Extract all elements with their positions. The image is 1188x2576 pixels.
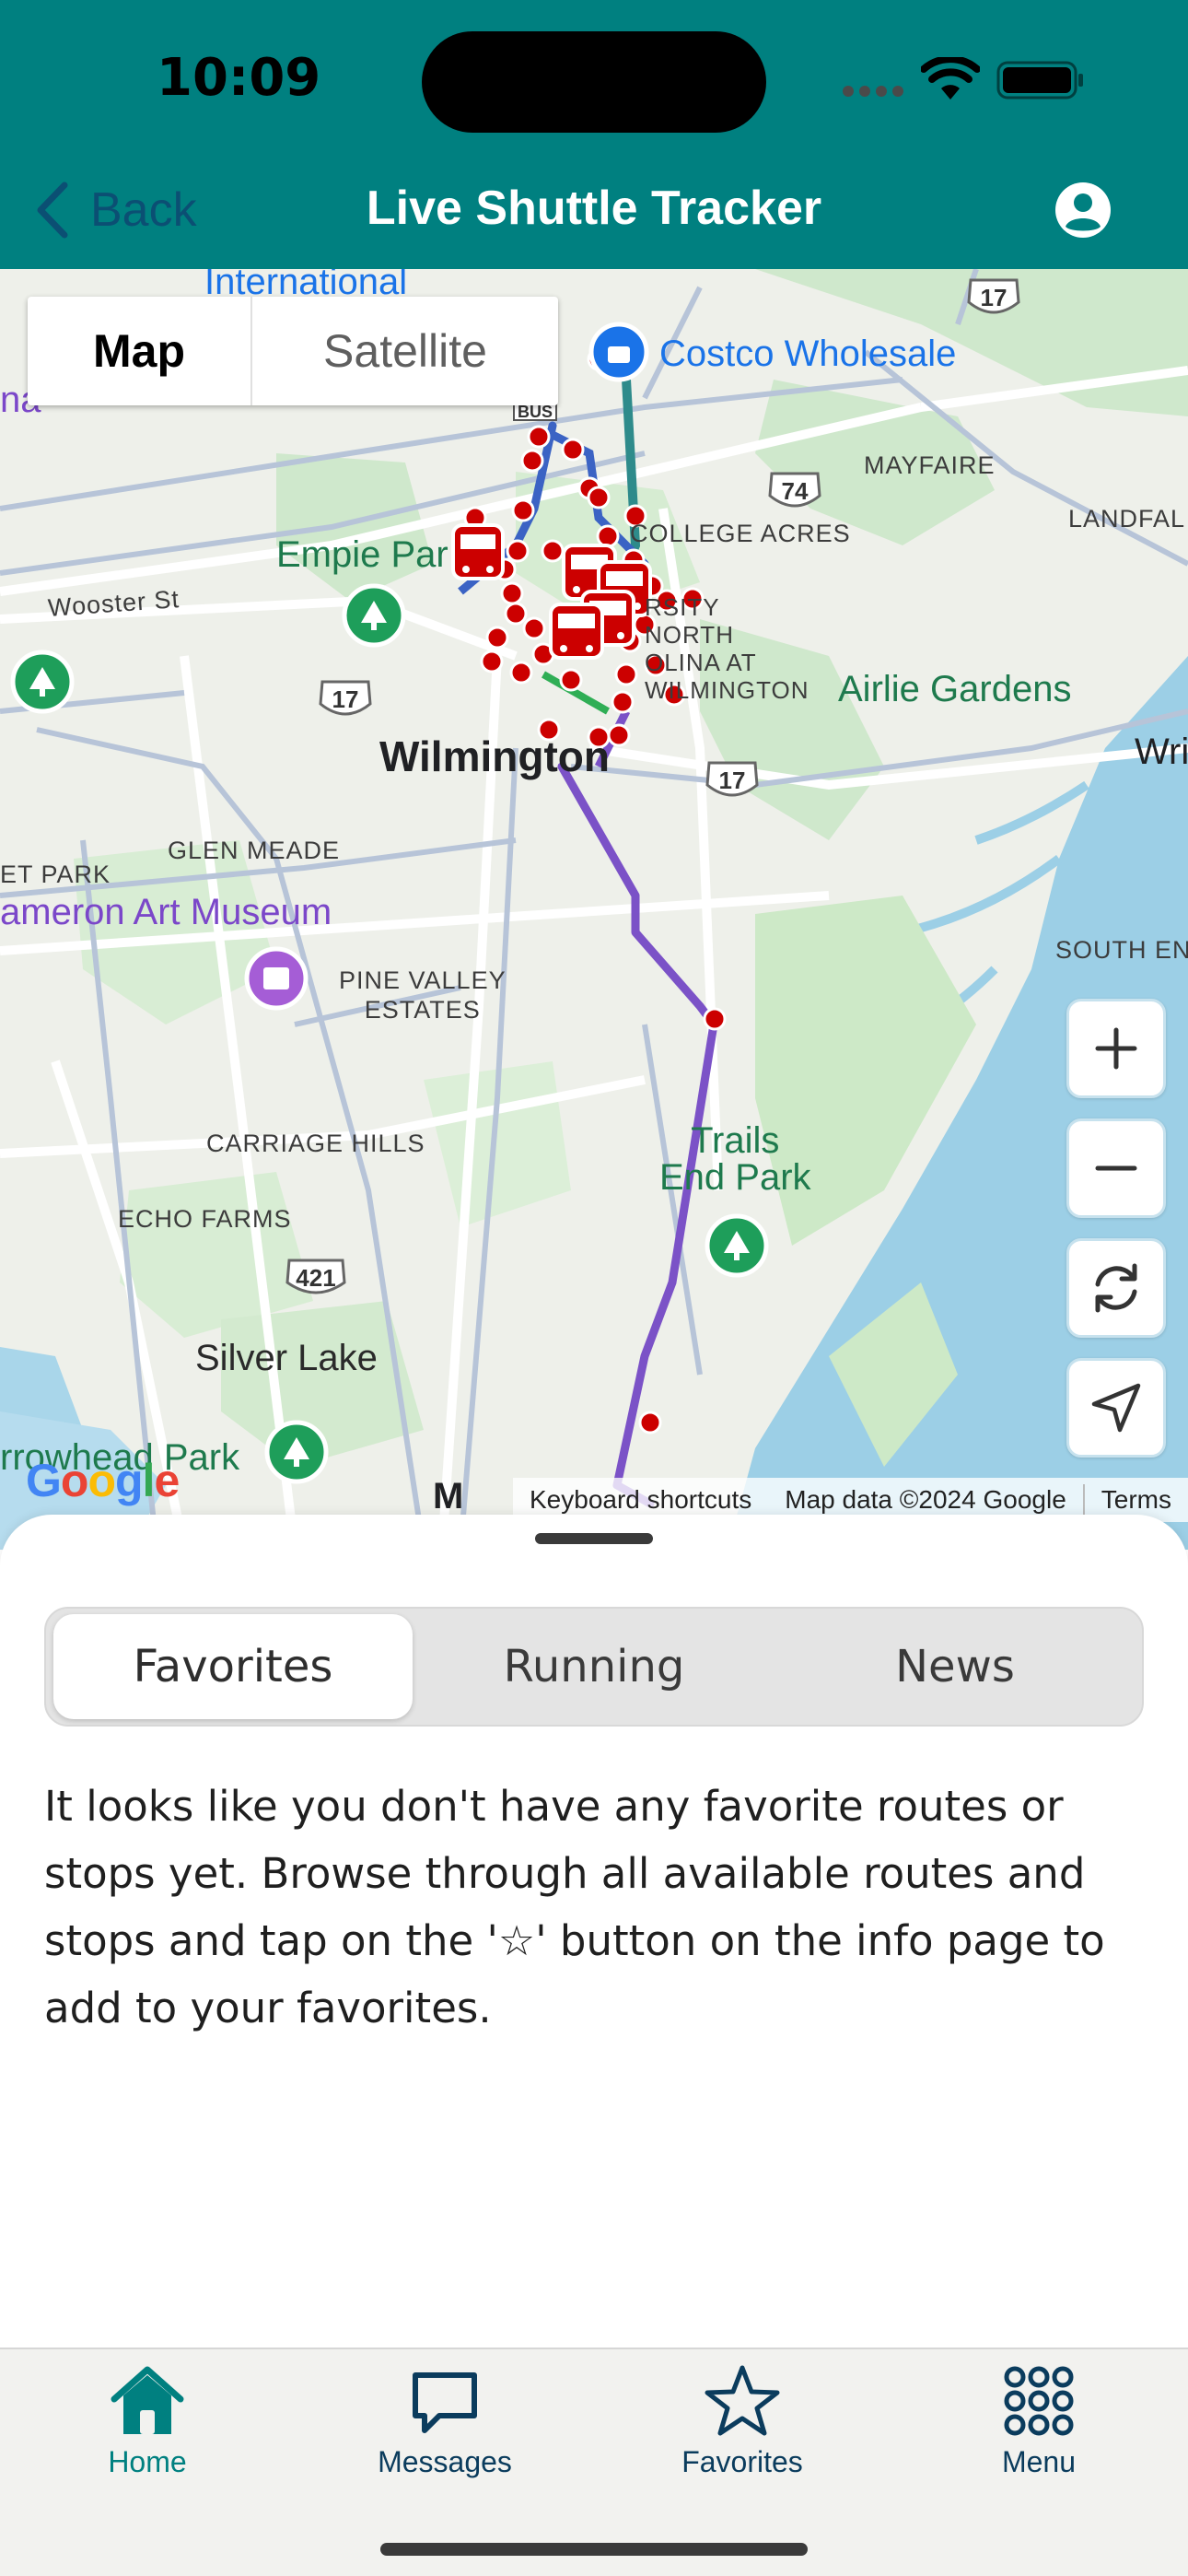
map-label-mayfaire: MAYFAIRE [864,451,996,479]
map-label-partial-m: M [433,1476,464,1516]
svg-text:421: 421 [296,1264,335,1292]
map-label-college-acres: COLLEGE ACRES [630,520,851,547]
segmented-control: Favorites Running News [44,1607,1144,1727]
tabbar-home[interactable]: Home [46,2362,249,2500]
tab-news[interactable]: News [775,1614,1135,1719]
page-title: Live Shuttle Tracker [366,181,822,235]
sheet-grabber[interactable] [535,1533,653,1544]
zoom-out-button[interactable] [1066,1118,1166,1218]
tab-favorites[interactable]: Favorites [53,1614,413,1719]
map-label-empie-park[interactable]: Empie Par [276,534,448,576]
refresh-icon [1095,1263,1137,1313]
map-view[interactable]: 17 74 17 17 421 BUS International na Cos… [0,269,1188,1550]
map-label-cameron-art-museum[interactable]: ameron Art Museum [0,892,332,933]
tabbar-messages-label: Messages [378,2445,512,2478]
map-label-wri: Wri [1135,732,1188,772]
locate-me-button[interactable] [1066,1358,1166,1458]
tab-bar: Home Messages Favorites Menu [0,2348,1188,2576]
map-label-wilmington: Wilmington [379,732,610,780]
map-label-glen-meade: GLEN MEADE [168,837,341,864]
tabbar-menu-label: Menu [1001,2445,1077,2478]
grid-dots-icon [1004,2366,1074,2436]
battery-icon [996,61,1083,100]
map-label-unc-wilmington: RSITY NORTH OLINA AT WILMINGTON [645,593,809,704]
bottom-sheet: Favorites Running News It looks like you… [0,1515,1188,2348]
tab-running[interactable]: Running [414,1614,774,1719]
refresh-button[interactable] [1066,1238,1166,1338]
app-header: 10:09 Back Live Shuttle Tracker [0,0,1188,269]
chat-bubble-icon [413,2372,477,2433]
map-label-silver-lake: Silver Lake [195,1338,378,1378]
map-label-trails-end-park[interactable]: Trails End Park [659,1122,811,1196]
location-arrow-icon [1091,1383,1141,1433]
empty-favorites-message: It looks like you don't have any favorit… [44,1782,1105,2032]
star-icon [705,2365,780,2436]
tabbar-home-label: Home [108,2445,187,2478]
map-type-toggle: Map Satellite [28,297,558,405]
map-label-echo-farms: ECHO FARMS [118,1205,292,1233]
minus-icon [1095,1165,1137,1171]
svg-text:BUS: BUS [518,403,553,421]
house-icon [111,2366,184,2434]
map-label-costco[interactable]: Costco Wholesale [659,334,956,375]
map-label-et-park: ET PARK [0,861,111,888]
svg-text:17: 17 [981,284,1007,311]
map-data-text: Map data ©2024 Google [785,1485,1066,1514]
svg-text:17: 17 [719,767,746,794]
terms-link[interactable]: Terms [1085,1485,1188,1515]
map-label-pine-valley: PINE VALLEY ESTATES [339,966,507,1024]
map-label-south-end: SOUTH EN [1055,936,1188,964]
svg-text:74: 74 [782,477,809,505]
cellular-signal-icon [843,86,903,97]
tabbar-favorites[interactable]: Favorites [641,2362,844,2500]
google-logo: Google [26,1455,180,1506]
map-label-carriage-hills: CARRIAGE HILLS [206,1130,425,1157]
person-circle-icon[interactable] [1054,181,1112,240]
tabbar-menu[interactable]: Menu [938,2362,1140,2500]
home-indicator [380,2543,808,2556]
zoom-in-button[interactable] [1066,999,1166,1098]
tabbar-favorites-label: Favorites [681,2445,803,2478]
tabbar-messages[interactable]: Messages [344,2362,546,2500]
map-label-landfall: LANDFAL [1068,505,1186,533]
dynamic-island [422,31,766,133]
plus-icon [1095,1027,1137,1070]
svg-text:17: 17 [332,685,359,713]
map-type-satellite-button[interactable]: Satellite [252,297,558,405]
wifi-icon [921,57,980,100]
map-label-airlie-gardens[interactable]: Airlie Gardens [838,669,1071,710]
status-time: 10:09 [157,48,321,108]
map-type-map-button[interactable]: Map [28,297,252,405]
keyboard-shortcuts-link[interactable]: Keyboard shortcuts [513,1485,768,1515]
